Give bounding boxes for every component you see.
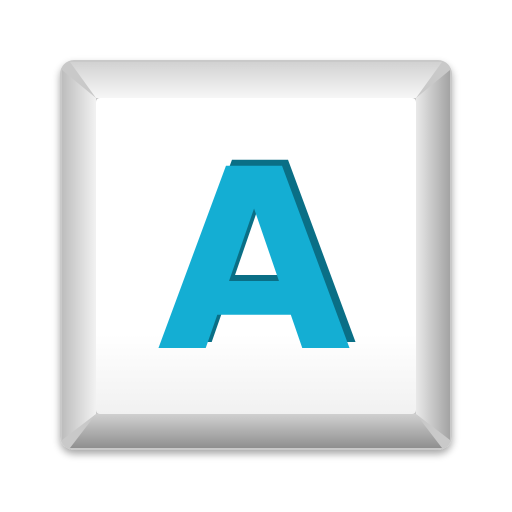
key-bevel-right [416, 70, 450, 440]
key-letter: A [157, 116, 350, 407]
key-graphic: A A [60, 60, 452, 450]
keyboard-key-icon: A A [0, 0, 512, 512]
key-bevel-bottom [70, 414, 442, 448]
key-bevel-left [62, 70, 96, 440]
key-bevel-top [70, 62, 442, 98]
